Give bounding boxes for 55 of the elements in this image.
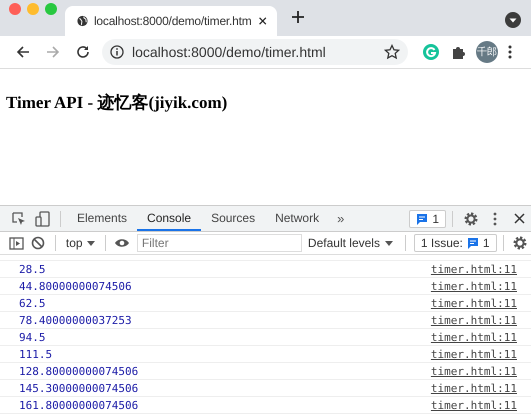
levels-dropdown[interactable]: Default levels: [302, 236, 399, 250]
issues-button[interactable]: 1 Issue: 1: [414, 234, 497, 252]
devtools-tab[interactable]: Elements: [67, 206, 138, 231]
source-link[interactable]: timer.html:11: [430, 296, 517, 310]
page-heading: Timer API - 迹忆客(jiyik.com): [6, 92, 228, 114]
message-icon: [416, 212, 428, 224]
more-options-icon[interactable]: [493, 210, 497, 226]
close-icon[interactable]: [512, 212, 526, 225]
source-link[interactable]: timer.html:11: [430, 280, 517, 292]
puzzle-icon[interactable]: [450, 44, 466, 60]
tab-search-icon[interactable]: [505, 12, 521, 28]
source-link[interactable]: timer.html:11: [430, 330, 517, 344]
devtools-tab[interactable]: Console: [137, 206, 202, 231]
clear-console-icon[interactable]: [31, 236, 46, 250]
profile-avatar[interactable]: 千郎: [476, 41, 498, 63]
source-link[interactable]: timer.html:11: [430, 314, 517, 326]
filter-field[interactable]: Filter: [136, 234, 302, 252]
tab-title: localhost:8000/demo/timer.htm: [94, 14, 252, 28]
address-text: localhost:8000/demo/timer.html: [132, 44, 327, 60]
sidebar-icon[interactable]: [9, 236, 24, 250]
reload-icon[interactable]: [75, 44, 91, 60]
back-icon[interactable]: [15, 44, 31, 60]
browser-tab[interactable]: localhost:8000/demo/timer.htm: [65, 6, 277, 36]
source-link[interactable]: timer.html:11: [430, 262, 517, 276]
close-icon[interactable]: [258, 15, 267, 27]
inspect-icon[interactable]: [10, 211, 26, 226]
console-log-value: 78.40000000037253: [19, 314, 133, 326]
devtools-tab[interactable]: Network: [265, 206, 330, 231]
context-dropdown[interactable]: top: [62, 236, 99, 250]
globe-icon: [77, 14, 88, 28]
console-log-value: 94.5: [19, 330, 46, 344]
console-log-value: 161.80000000074506: [19, 398, 140, 412]
more-tabs-button[interactable]: »: [329, 211, 352, 226]
source-link[interactable]: timer.html:11: [430, 348, 517, 360]
source-link[interactable]: timer.html:11: [430, 398, 517, 412]
console-log-value: 62.5: [19, 296, 46, 310]
source-link[interactable]: timer.html:11: [430, 382, 517, 394]
settings-icon[interactable]: [512, 235, 528, 251]
info-icon[interactable]: [110, 45, 124, 59]
menu-icon[interactable]: [508, 44, 512, 60]
eye-icon[interactable]: [114, 237, 130, 249]
message-icon: [466, 237, 479, 249]
console-log-value: 28.5: [19, 262, 46, 276]
source-link[interactable]: timer.html:11: [430, 364, 517, 378]
console-log-value: 111.5: [19, 348, 54, 360]
messages-badge[interactable]: 1: [409, 210, 446, 228]
devtools-tab[interactable]: Sources: [201, 206, 266, 231]
console-log-value: 145.30000000074506: [19, 382, 140, 394]
new-tab-icon[interactable]: [291, 10, 305, 24]
bookmark-star-icon[interactable]: [384, 44, 400, 60]
device-toolbar-icon[interactable]: [34, 210, 50, 226]
console-log-value: 128.80000000074506: [19, 364, 140, 378]
console-log-value: 44.80000000074506: [19, 280, 133, 292]
address-bar[interactable]: localhost:8000/demo/timer.html: [102, 39, 408, 65]
settings-icon[interactable]: [463, 210, 479, 226]
